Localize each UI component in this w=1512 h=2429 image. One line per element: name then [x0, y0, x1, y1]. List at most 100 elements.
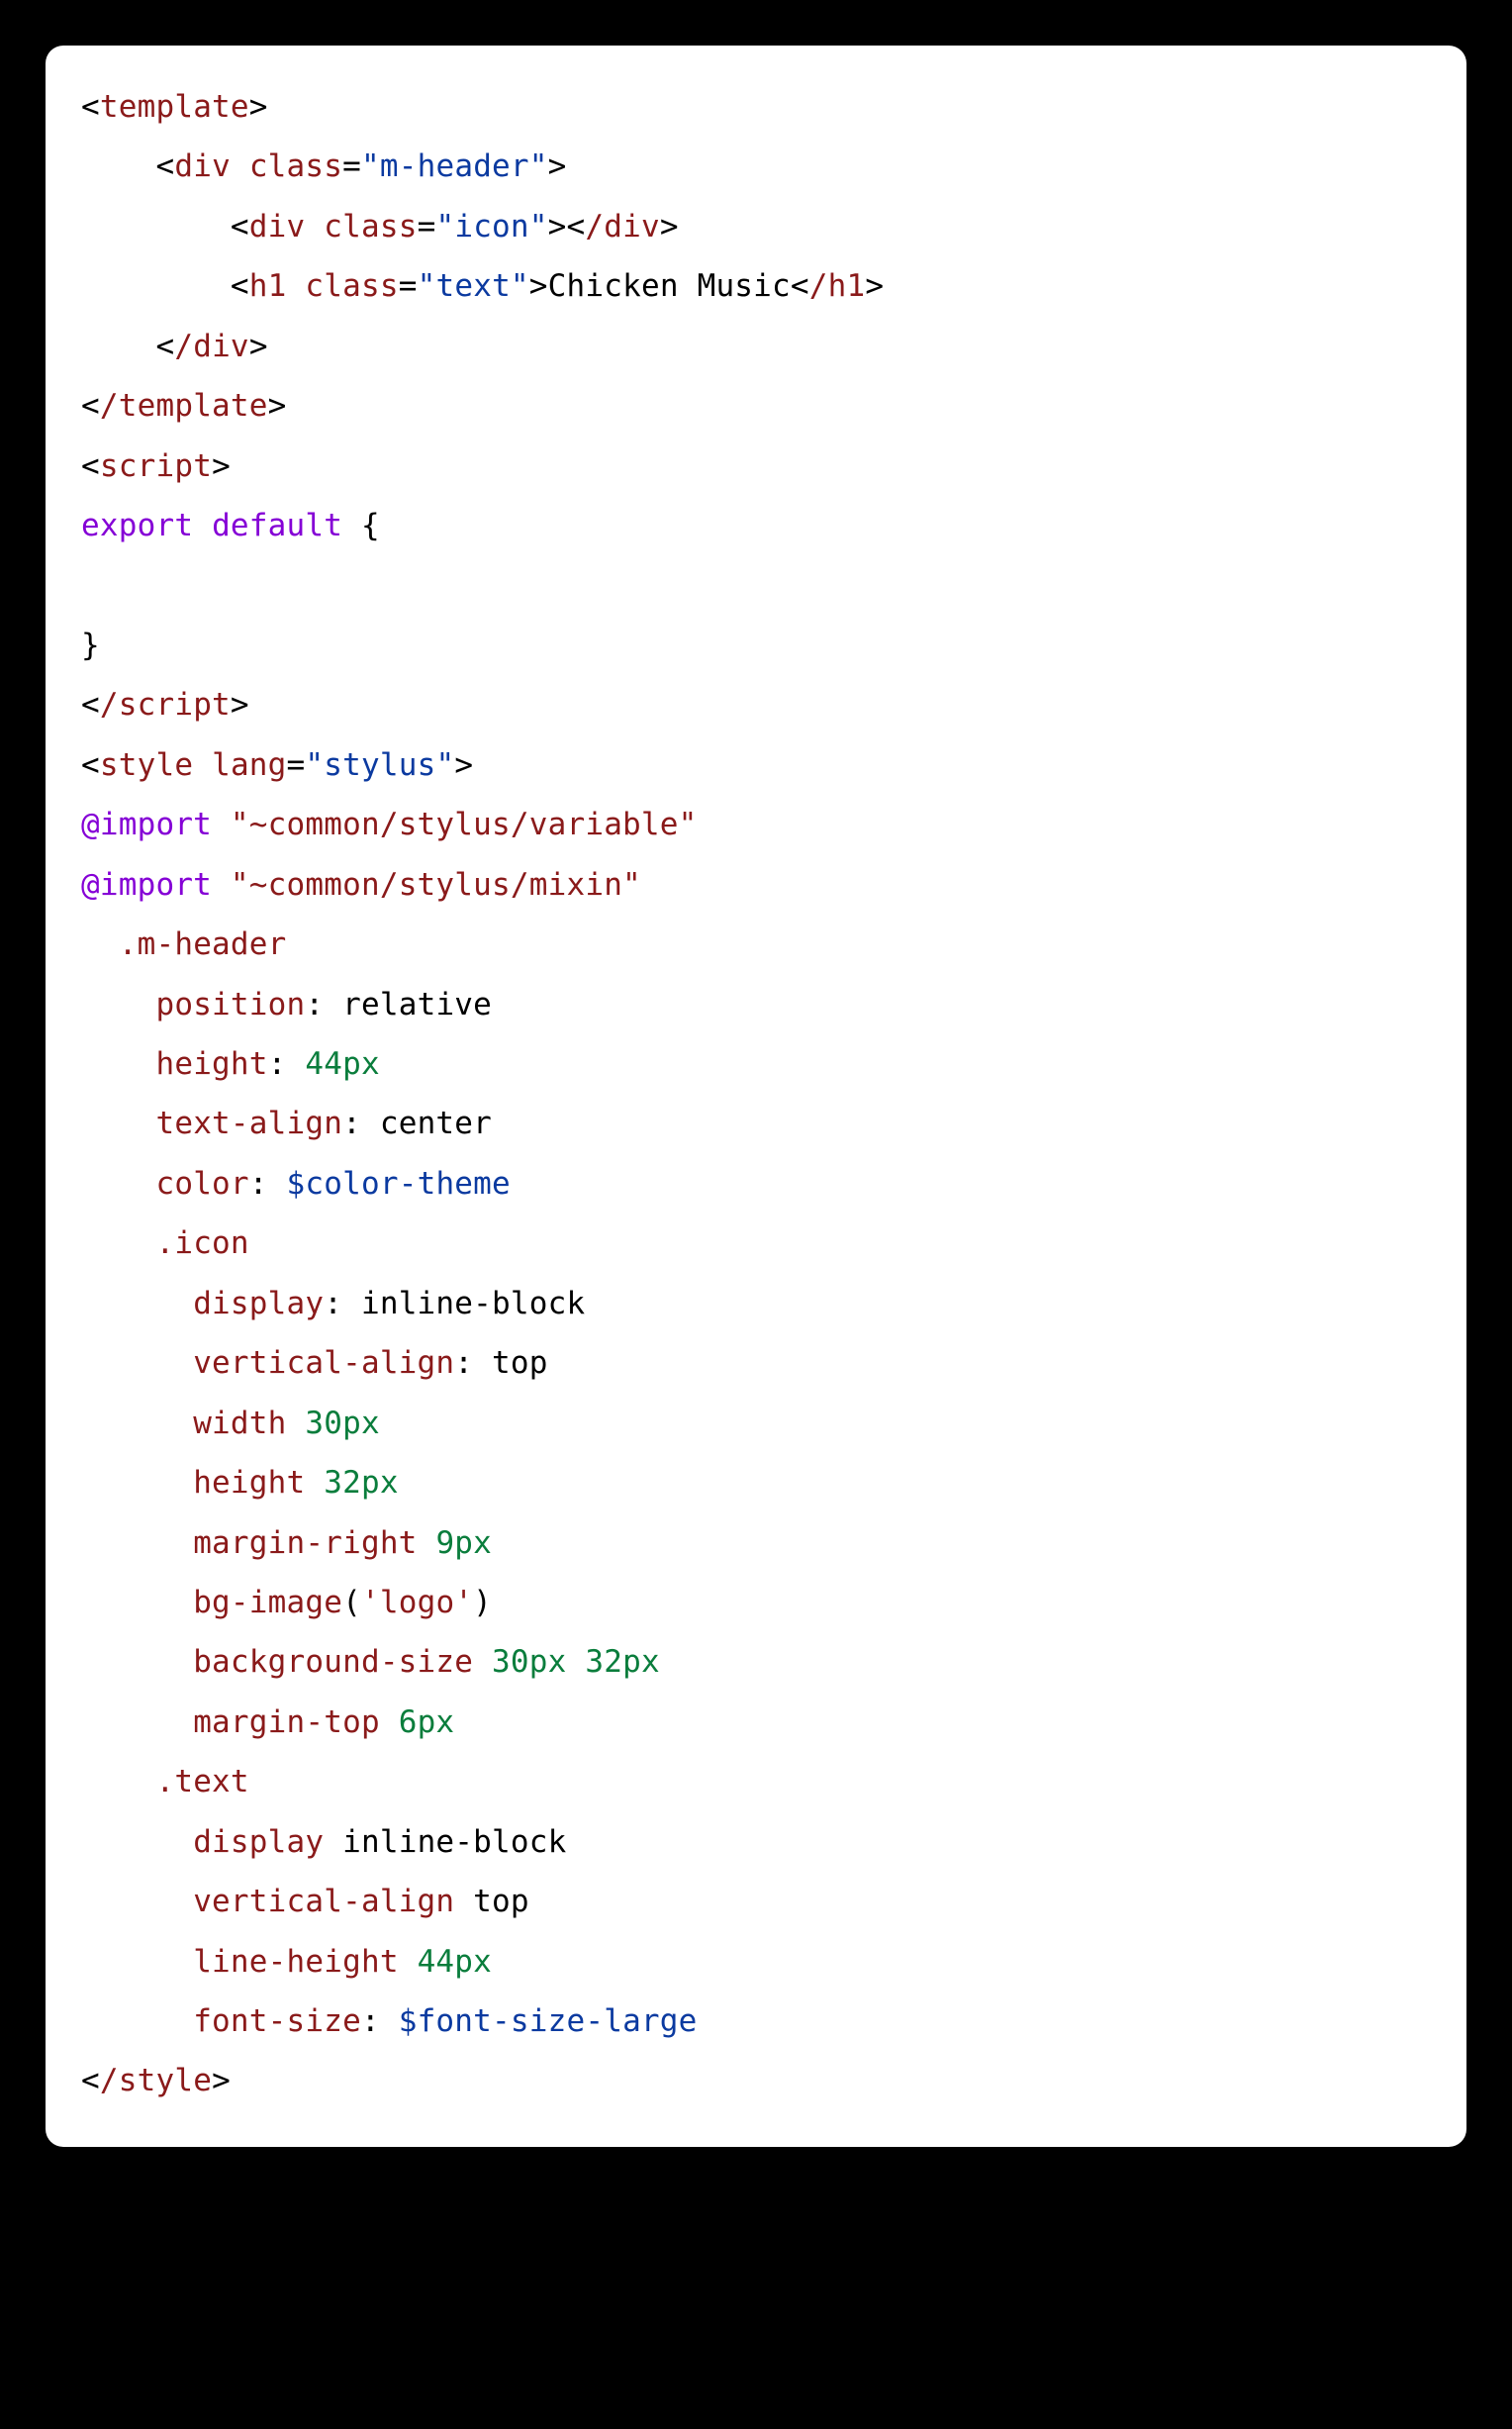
code-token: template — [100, 89, 249, 125]
code-token: : — [305, 987, 342, 1022]
code-token — [81, 1525, 193, 1561]
code-token — [81, 209, 231, 244]
code-token: > — [548, 209, 567, 244]
code-token: < — [231, 268, 249, 304]
code-token: div — [249, 209, 306, 244]
code-token — [81, 1106, 155, 1141]
code-token: > — [529, 268, 548, 304]
code-token: : — [342, 1106, 380, 1141]
code-token: $font-size-large — [399, 2003, 698, 2039]
code-token: /h1 — [809, 268, 866, 304]
code-token: > — [268, 388, 287, 424]
code-token: 6px — [399, 1704, 455, 1740]
code-token: : — [268, 1046, 306, 1082]
code-token: < — [155, 329, 174, 364]
code-token: class — [249, 148, 342, 184]
code-token — [81, 268, 231, 304]
code-token: 'logo' — [361, 1585, 473, 1620]
code-token: lang — [212, 747, 286, 783]
code-token — [380, 1704, 399, 1740]
code-token — [81, 1704, 193, 1740]
code-token: @import — [81, 867, 212, 903]
code-token: 32px — [585, 1644, 659, 1680]
code-token: "stylus" — [305, 747, 454, 783]
code-token: 44px — [418, 1944, 492, 1980]
code-token: "m-header" — [361, 148, 548, 184]
code-token: ) — [473, 1585, 492, 1620]
code-token: color — [155, 1166, 248, 1202]
code-token: script — [100, 448, 212, 484]
code-token: vertical-align — [193, 1345, 454, 1381]
code-token: @import — [81, 807, 212, 842]
code-token — [231, 148, 249, 184]
code-token: .text — [155, 1764, 248, 1799]
code-token — [81, 1764, 155, 1799]
code-token: /div — [174, 329, 248, 364]
code-sheet: <template> <div class="m-header"> <div c… — [46, 46, 1466, 2147]
code-token: { — [342, 508, 380, 543]
code-token: > — [454, 747, 473, 783]
code-token: inline-block — [342, 1824, 566, 1860]
code-token: : — [361, 2003, 399, 2039]
code-token: < — [81, 2063, 100, 2098]
code-token: < — [81, 448, 100, 484]
code-token — [305, 1465, 324, 1501]
code-token: height — [155, 1046, 267, 1082]
code-token: /script — [100, 687, 231, 723]
code-token: export — [81, 508, 193, 543]
code-token: /div — [585, 209, 659, 244]
code-token: line-height — [193, 1944, 399, 1980]
code-token: "text" — [418, 268, 529, 304]
code-token: position — [155, 987, 305, 1022]
code-token: text-align — [155, 1106, 342, 1141]
code-token: top — [492, 1345, 548, 1381]
code-token: 30px — [492, 1644, 566, 1680]
code-token — [81, 148, 155, 184]
code-token: inline-block — [361, 1286, 585, 1321]
code-token: > — [212, 448, 231, 484]
code-token — [81, 1345, 193, 1381]
code-token: 30px — [305, 1406, 379, 1441]
code-token — [567, 1644, 586, 1680]
code-token — [418, 1525, 436, 1561]
code-token — [81, 1406, 193, 1441]
code-token — [81, 1166, 155, 1202]
code-token: > — [231, 687, 249, 723]
code-token — [454, 1884, 473, 1919]
code-token: height — [193, 1465, 305, 1501]
code-token — [305, 209, 324, 244]
code-token — [324, 1824, 342, 1860]
code-token — [212, 807, 231, 842]
code-token: font-size — [193, 2003, 361, 2039]
code-block: <template> <div class="m-header"> <div c… — [81, 77, 1431, 2111]
code-token: > — [249, 329, 268, 364]
code-token: vertical-align — [193, 1884, 454, 1919]
code-token — [81, 1824, 193, 1860]
code-token — [81, 1884, 193, 1919]
code-token: background-size — [193, 1644, 473, 1680]
code-token: > — [548, 148, 567, 184]
code-token: < — [81, 747, 100, 783]
code-token: > — [249, 89, 268, 125]
code-token: < — [791, 268, 809, 304]
code-token: = — [399, 268, 418, 304]
code-token: 44px — [305, 1046, 379, 1082]
code-token — [81, 987, 155, 1022]
code-token — [212, 867, 231, 903]
code-token: class — [305, 268, 398, 304]
code-token: < — [81, 89, 100, 125]
code-token: h1 — [249, 268, 287, 304]
code-token — [193, 508, 212, 543]
code-token — [193, 747, 212, 783]
code-token: bg-image — [193, 1585, 342, 1620]
code-token — [81, 1286, 193, 1321]
code-token: } — [81, 628, 100, 663]
code-token: style — [100, 747, 193, 783]
code-token: "~common/stylus/variable" — [231, 807, 698, 842]
code-token: Chicken Music — [548, 268, 791, 304]
code-token — [287, 268, 306, 304]
code-token: margin-right — [193, 1525, 417, 1561]
code-token: .icon — [155, 1225, 248, 1261]
code-token: = — [287, 747, 306, 783]
code-token: center — [380, 1106, 492, 1141]
